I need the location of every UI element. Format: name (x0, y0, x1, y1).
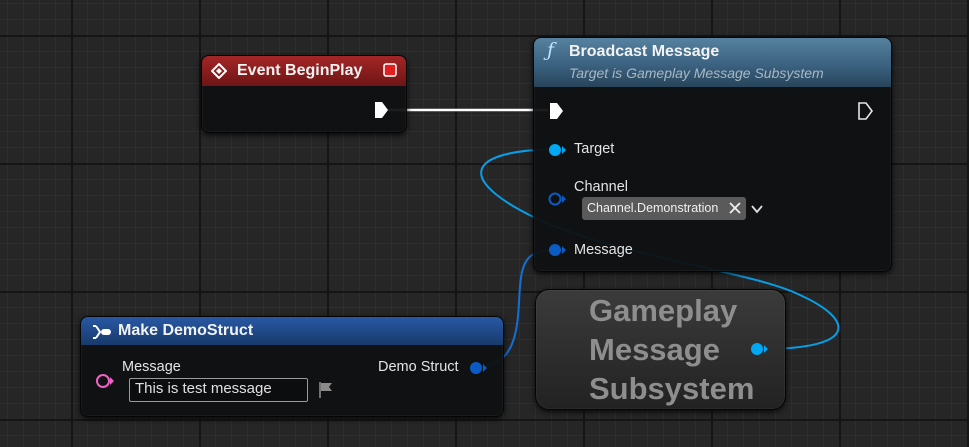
message-label: Message (574, 242, 633, 258)
channel-pin[interactable] (548, 192, 570, 206)
node-title: Event BeginPlay (237, 62, 363, 79)
channel-tag-value: Channel.Demonstration (587, 201, 719, 215)
message-input-pin[interactable] (95, 373, 117, 389)
channel-tag-chip[interactable]: Channel.Demonstration (582, 197, 746, 220)
node-title: Broadcast Message (569, 43, 720, 60)
message-input-field[interactable]: This is test message (129, 378, 308, 402)
subsystem-line-2: Message (589, 332, 720, 367)
event-begin-play-node[interactable]: Event BeginPlay (201, 55, 407, 133)
delegate-square-icon[interactable] (383, 63, 397, 77)
function-icon: ƒ (547, 39, 555, 61)
subsystem-line-1: Gameplay (589, 293, 738, 328)
exec-in-pin[interactable] (548, 102, 564, 120)
make-demo-struct-node[interactable]: Make DemoStruct Message This is test mes… (80, 316, 504, 417)
event-diamond-icon (211, 63, 227, 79)
subsystem-line-3: Subsystem (589, 371, 755, 406)
target-pin[interactable] (548, 143, 570, 157)
node-subtitle: Target is Gameplay Message Subsystem (569, 65, 824, 81)
channel-label: Channel (574, 179, 629, 195)
subsystem-output-pin[interactable] (750, 342, 772, 356)
target-label: Target (574, 141, 615, 157)
chevron-down-icon[interactable] (751, 205, 763, 214)
exec-out-pin[interactable] (373, 101, 389, 119)
exec-out-pin[interactable] (857, 102, 873, 120)
demo-struct-output-label: Demo Struct (378, 359, 459, 375)
make-struct-icon (93, 325, 111, 339)
node-title: Make DemoStruct (118, 322, 254, 339)
gameplay-message-subsystem-node[interactable]: Gameplay Message Subsystem (535, 289, 786, 410)
broadcast-message-node[interactable]: ƒ Broadcast Message Target is Gameplay M… (533, 37, 892, 272)
message-pin[interactable] (548, 243, 570, 257)
message-input-label: Message (122, 359, 181, 375)
clear-x-icon[interactable] (729, 202, 741, 214)
flag-icon[interactable] (317, 381, 335, 399)
demo-struct-output-pin[interactable] (469, 361, 491, 375)
